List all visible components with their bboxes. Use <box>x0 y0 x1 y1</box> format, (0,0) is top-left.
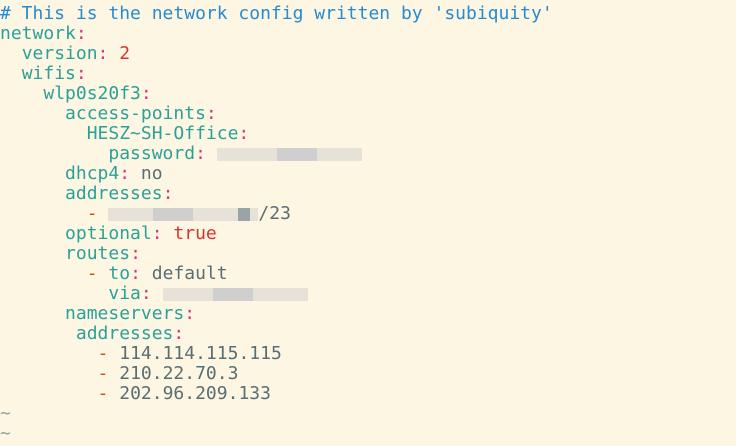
value-route-to: default <box>151 263 228 284</box>
editor-line-wifis: wifis: <box>0 64 736 84</box>
editor-line-nameserver-2: - 210.22.70.3 <box>0 364 736 384</box>
key-nameservers: nameservers <box>65 303 185 324</box>
editor-line-route-via: via: <box>0 284 736 304</box>
editor-line-optional: optional: true <box>0 224 736 244</box>
key-dhcp4: dhcp4 <box>65 163 120 184</box>
editor-line-ssid: HESZ~SH-Office: <box>0 124 736 144</box>
key-ns-addresses: addresses <box>75 323 174 344</box>
editor-line-nameserver-1: - 114.114.115.115 <box>0 344 736 364</box>
dash: - <box>97 363 109 384</box>
editor-line-address-item: - /23 <box>0 204 736 224</box>
key-access-points: access-points <box>65 103 206 124</box>
editor-line-empty-1: ~ <box>0 404 736 424</box>
editor-line-nameservers: nameservers: <box>0 304 736 324</box>
key-password: password <box>108 143 196 164</box>
redacted-address <box>108 204 259 224</box>
colon: : <box>195 143 206 164</box>
editor-line-empty-2: ~ <box>0 424 736 444</box>
dash: - <box>97 383 109 404</box>
editor-line-ns-addresses: addresses: <box>0 324 736 344</box>
key-ssid: HESZ~SH-Office <box>86 123 239 144</box>
dash: - <box>86 263 98 284</box>
editor-line-network: network: <box>0 24 736 44</box>
value-dhcp4: no <box>140 163 163 184</box>
value-optional: true <box>173 223 217 244</box>
colon: : <box>119 163 131 184</box>
editor-line-routes: routes: <box>0 244 736 264</box>
editor-line-interface: wlp0s20f3: <box>0 84 736 104</box>
editor-line-comment: # This is the network config written by … <box>0 4 736 24</box>
dash: - <box>86 203 98 224</box>
editor-line-version: version: 2 <box>0 44 736 64</box>
colon: : <box>162 183 174 204</box>
editor-line-addresses: addresses: <box>0 184 736 204</box>
empty-line-marker: ~ <box>0 423 11 444</box>
key-optional: optional <box>65 223 152 244</box>
colon: : <box>205 103 217 124</box>
terminal-editor[interactable]: # This is the network config written by … <box>0 0 736 446</box>
key-wifis: wifis <box>21 63 76 84</box>
editor-line-route-to: - to: default <box>0 264 736 284</box>
redacted-gateway <box>162 284 308 304</box>
comment-text: # This is the network config written by … <box>0 3 553 24</box>
value-nameserver-2: 210.22.70.3 <box>119 363 239 384</box>
editor-line-nameserver-3: - 202.96.209.133 <box>0 384 736 404</box>
value-address-suffix: /23 <box>258 203 291 224</box>
key-via: via <box>108 283 141 304</box>
colon: : <box>140 83 152 104</box>
key-to: to <box>108 263 131 284</box>
empty-line-marker: ~ <box>0 403 11 424</box>
key-addresses: addresses <box>65 183 163 204</box>
colon: : <box>140 283 152 304</box>
colon: : <box>184 303 196 324</box>
editor-line-password: password: <box>0 144 736 164</box>
colon: : <box>75 63 87 84</box>
colon: : <box>130 243 141 264</box>
redacted-password <box>216 144 362 164</box>
key-version: version <box>21 43 98 64</box>
key-network: network <box>0 23 76 44</box>
dash: - <box>97 343 109 364</box>
key-routes: routes <box>65 243 131 264</box>
colon: : <box>130 263 141 284</box>
colon: : <box>238 123 250 144</box>
editor-line-dhcp4: dhcp4: no <box>0 164 736 184</box>
key-interface: wlp0s20f3 <box>43 83 141 104</box>
colon: : <box>151 223 163 244</box>
colon: : <box>75 23 87 44</box>
colon: : <box>97 43 109 64</box>
colon: : <box>173 323 185 344</box>
value-nameserver-1: 114.114.115.115 <box>119 343 282 364</box>
value-version: 2 <box>119 43 131 64</box>
value-nameserver-3: 202.96.209.133 <box>119 383 271 404</box>
editor-line-access-points: access-points: <box>0 104 736 124</box>
